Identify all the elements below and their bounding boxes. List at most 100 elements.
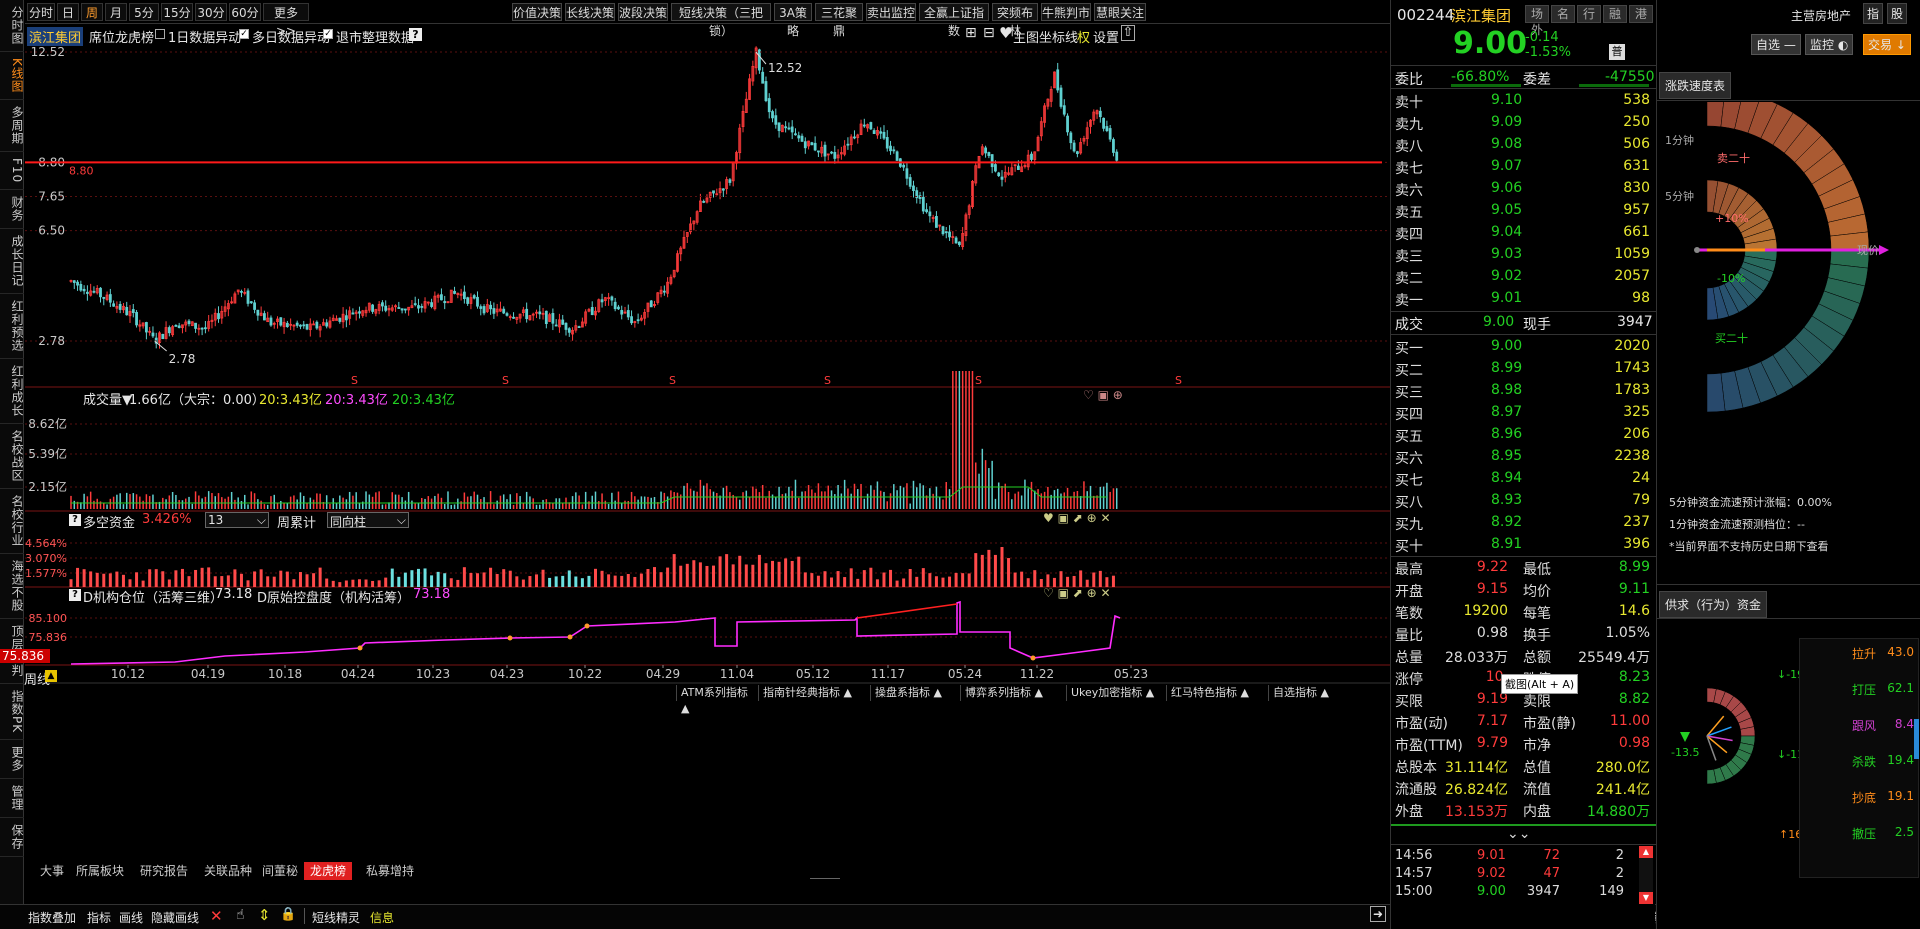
inst-panel-icons[interactable]: ♡ ▣ ⬈ ⊕ ✕ [1043,586,1111,600]
close-icon[interactable]: ✕ [210,907,223,925]
plus-icon[interactable]: ⊞ [965,25,977,41]
period-tab-0[interactable]: 分时 [27,3,55,21]
checkbox-multiday[interactable]: ✓ [239,29,249,39]
left-rail-item[interactable]: 保存 [0,818,24,858]
inst-help-icon[interactable]: ? [69,589,81,601]
tick-scrollbar[interactable]: ▲ ▼ [1639,846,1653,904]
hand-icon[interactable]: ☝ [236,907,245,923]
heart-icon[interactable]: ♥ [999,24,1012,42]
info-tab-3[interactable]: 关联品种 [198,862,258,880]
period-tab-5[interactable]: 15分 [161,3,193,21]
checkbox-1day[interactable] [155,29,165,39]
overlay-index-button[interactable]: 指数叠加 [28,909,76,926]
speed-tab[interactable]: 涨跌速度表 [1659,72,1732,99]
collapse-up-icon[interactable]: ⇧ [1121,25,1135,41]
checkbox-delist[interactable]: ✓ [323,29,333,39]
decision-tab-7[interactable]: 全赢上证指数 [919,3,989,38]
main-chart-button[interactable]: 主图 [1013,27,1039,46]
info-button[interactable]: 信息 [370,909,394,926]
decision-tab-4[interactable]: 3A策略 [774,3,812,38]
trade-button[interactable]: 交易 ↓ [1863,34,1911,55]
decision-tab-1[interactable]: 长线决策 [565,3,615,21]
money-help-icon[interactable]: ? [69,514,81,526]
left-rail-item[interactable]: F10 [0,152,24,191]
indicator-tab-2[interactable]: 操盘系指标 ▲ [870,685,958,701]
decision-tab-10[interactable]: 慧眼关注 [1094,3,1146,21]
left-rail-item[interactable]: 更多 [0,740,24,780]
money-period-select[interactable]: 13 ⌵ [205,512,269,528]
indicator-tab-4[interactable]: Ukey加密指标 ▲ [1066,685,1164,701]
flow-tab[interactable]: 供求（行为）资金 [1659,591,1768,618]
indicator-tab-0[interactable]: ATM系列指标 ▲ [676,685,756,715]
stock-name-label[interactable]: 滨江集团 [27,27,84,46]
money-panel-icons[interactable]: ♥ ▣ ⬈ ⊕ ✕ [1043,511,1111,525]
info-tab-2[interactable]: 研究报告 [134,862,194,880]
info-tab-4[interactable]: 间董秘 [256,862,304,880]
info-tab-1[interactable]: 所属板块 [70,862,130,880]
scroll-up-icon[interactable]: ▲ [1639,846,1653,858]
rights-button[interactable]: 权 [1077,27,1090,46]
indicator-tab-3[interactable]: 博弈系列指标 ▲ [960,685,1064,701]
decision-tab-2[interactable]: 波段决策 [618,3,668,21]
left-rail-item[interactable]: 多周期 [0,100,24,152]
left-rail-item[interactable]: 名校行业 [0,489,24,555]
left-rail-item[interactable]: 指数PK [0,684,24,741]
stock-tag-2[interactable]: 行 [1577,5,1601,23]
stock-tag-4[interactable]: 港 [1629,5,1653,23]
badge-icon[interactable]: 普 [1609,44,1625,60]
left-rail-item[interactable]: 红利成长 [0,359,24,425]
arrow-right-icon[interactable]: ➜ [1370,906,1386,922]
decision-tab-5[interactable]: 三花聚鼎 [815,3,863,38]
indicator-tab-1[interactable]: 指南针经典指标 ▲ [758,685,868,701]
decision-tab-0[interactable]: 价值决策 [512,3,562,21]
period-tab-3[interactable]: 月 [105,3,127,21]
monitor-button[interactable]: 监控 ◐ [1805,34,1854,55]
volume-title[interactable]: 成交量▼ [83,389,132,408]
period-tab-1[interactable]: 日 [57,3,79,21]
volume-panel-icons[interactable]: ♡ ▣ ⊕ [1083,388,1123,402]
chart-area[interactable]: 12.528.807.656.502.788.8012.522.78S S S S S S… [25,46,1390,862]
money-mode-select[interactable]: 同向柱 ⌵ [327,512,409,529]
decision-tab-3[interactable]: 短线决策（三把锁） [671,3,771,38]
left-rail-item[interactable]: K线图 [0,52,24,100]
hide-lines-button[interactable]: 隐藏画线 [151,909,199,926]
decision-tab-6[interactable]: 卖出监控 [866,3,916,21]
period-tab-7[interactable]: 60分 [229,3,261,21]
left-rail-item[interactable]: 管理 [0,779,24,819]
left-rail-item[interactable]: 红利预选 [0,294,24,360]
info-tab-5[interactable]: 龙虎榜 [304,862,353,880]
decision-tab-9[interactable]: 牛熊判市 [1041,3,1091,21]
info-tab-6[interactable]: 私募增持 [360,862,420,880]
decision-tab-8[interactable]: 突频布林 [992,3,1038,38]
updown-arrow-icon[interactable]: ⇕ [258,906,271,924]
coord-line-button[interactable]: 坐标线 [1039,27,1078,46]
left-rail-item[interactable]: 财务 [0,190,24,230]
period-tab-8[interactable]: 更多>> [263,3,309,38]
settings-button[interactable]: 设置 [1093,27,1119,46]
draw-line-button[interactable]: 画线 [119,909,143,926]
minus-icon[interactable]: ⊟ [983,25,995,41]
indicator-button[interactable]: 指标 [87,909,111,926]
left-rail-item[interactable]: 名校战区 [0,424,24,490]
period-tab-4[interactable]: 5分 [129,3,159,21]
left-rail-item[interactable]: 成长日记 [0,229,24,295]
stock-button[interactable]: 股 [1887,3,1908,24]
stock-tag-3[interactable]: 融 [1603,5,1627,23]
add-watch-button[interactable]: 自选 — [1751,34,1801,55]
indicator-tab-5[interactable]: 红马特色指标 ▲ [1166,685,1266,701]
stock-tag-0[interactable]: 场外 [1525,5,1549,37]
scroll-down-icon[interactable]: ▼ [1639,892,1653,904]
help-icon[interactable]: ? [409,28,422,41]
period-tab-2[interactable]: 周 [81,3,103,21]
flow-scroll-handle[interactable] [1914,719,1919,759]
period-tab-6[interactable]: 30分 [195,3,227,21]
left-rail-item[interactable]: 分时图 [0,0,24,52]
triangle-icon[interactable]: ▲ [45,670,57,682]
left-rail-item[interactable]: 海选不股 [0,554,24,620]
info-tab-0[interactable]: 大事 [34,862,70,880]
expand-chevron-icon[interactable]: ⌄⌄ [1507,826,1530,842]
short-sprite-button[interactable]: 短线精灵 [312,909,360,926]
lock-icon[interactable]: 🔒 [280,907,296,922]
indicator-tab-6[interactable]: 自选指标 ▲ [1268,685,1342,701]
stock-tag-1[interactable]: 名 [1551,5,1575,23]
